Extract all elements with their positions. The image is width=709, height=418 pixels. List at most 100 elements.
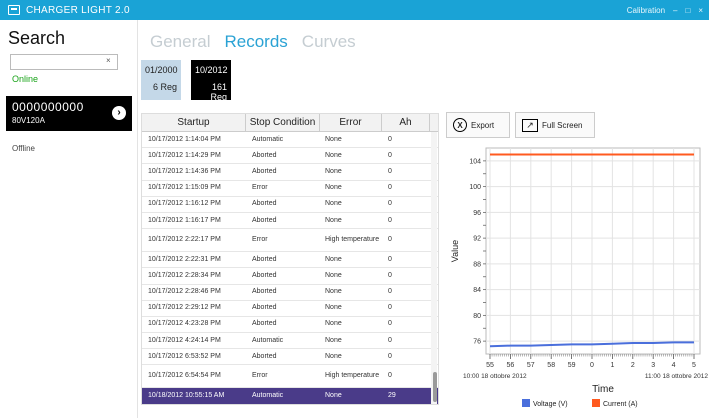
cell-ah: 0: [388, 236, 392, 244]
tab-general[interactable]: General: [150, 32, 210, 52]
y-tick-label: 92: [473, 236, 481, 243]
y-tick-label: 100: [469, 184, 481, 191]
cell-stop-condition: Aborted: [252, 216, 277, 224]
window-controls: Calibration – □ ×: [627, 0, 703, 20]
tab-records[interactable]: Records: [224, 32, 287, 52]
cell-error: None: [325, 255, 342, 263]
close-icon[interactable]: ×: [698, 6, 703, 15]
table-row[interactable]: 10/17/2012 2:29:12 PM Aborted None 0: [142, 301, 438, 317]
excel-icon: X: [453, 118, 467, 132]
table-row[interactable]: 10/18/2012 10:55:15 AM Automatic None 29: [142, 388, 438, 404]
table-row[interactable]: 10/17/2012 4:24:14 PM Automatic None 0: [142, 333, 438, 350]
search-title: Search: [8, 28, 66, 48]
cell-error: None: [325, 320, 342, 328]
table-row[interactable]: 10/17/2012 1:16:12 PM Aborted None 0: [142, 197, 438, 213]
cell-ah: 0: [388, 200, 392, 208]
cell-stop-condition: Aborted: [252, 352, 277, 360]
cell-ah: 0: [388, 151, 392, 159]
table-body: 10/17/2012 1:14:04 PM Automatic None 0 10/17…: [142, 132, 438, 404]
cell-ah: 0: [388, 167, 392, 175]
register-tile-2012[interactable]: 10/2012 161 Reg: [191, 60, 231, 102]
cell-stop-condition: Aborted: [252, 320, 277, 328]
cell-error: None: [325, 352, 342, 360]
x-tick-label: 56: [507, 362, 515, 369]
y-tick-label: 104: [469, 158, 481, 165]
table-row[interactable]: 10/17/2012 6:53:52 PM Aborted None 0: [142, 349, 438, 366]
register-count: 6 Reg: [152, 82, 177, 92]
y-tick-label: 84: [473, 287, 481, 294]
cell-startup: 10/17/2012 6:53:52 PM: [148, 352, 221, 360]
cell-error: High temperature: [325, 372, 380, 380]
table-row[interactable]: 10/17/2012 2:28:34 PM Aborted None 0: [142, 268, 438, 285]
table-row[interactable]: 10/17/2012 1:14:04 PM Automatic None 0: [142, 132, 438, 149]
cell-startup: 10/17/2012 4:24:14 PM: [148, 336, 221, 344]
clear-search-icon[interactable]: ×: [106, 56, 111, 65]
device-card[interactable]: 0000000000 80V120A ›: [6, 96, 132, 131]
tab-curves[interactable]: Curves: [302, 32, 356, 52]
cell-stop-condition: Automatic: [252, 135, 284, 143]
column-header-startup[interactable]: Startup: [142, 114, 246, 131]
x-tick-label: 1: [610, 362, 614, 369]
cell-ah: 0: [388, 288, 392, 296]
table-row[interactable]: 10/17/2012 2:22:17 PM Error High temperatu…: [142, 229, 438, 253]
sidebar: Search × Online 0000000000 80V120A › Off…: [0, 20, 138, 418]
minimize-icon[interactable]: –: [673, 6, 677, 15]
cell-stop-condition: Error: [252, 184, 268, 192]
table-row[interactable]: 10/17/2012 2:28:46 PM Aborted None 0: [142, 285, 438, 301]
table-row[interactable]: 10/17/2012 6:54:54 PM Error High temperatu…: [142, 365, 438, 389]
maximize-icon[interactable]: □: [685, 6, 690, 15]
cell-startup: 10/17/2012 1:15:09 PM: [148, 184, 221, 192]
cell-error: None: [325, 216, 342, 224]
cell-startup: 10/17/2012 6:54:54 PM: [148, 372, 221, 380]
cell-stop-condition: Aborted: [252, 151, 277, 159]
search-input[interactable]: [10, 54, 118, 70]
cell-startup: 10/17/2012 2:28:34 PM: [148, 271, 221, 279]
cell-stop-condition: Aborted: [252, 271, 277, 279]
y-axis-label: Value: [450, 240, 460, 262]
cell-ah: 0: [388, 135, 392, 143]
table-row[interactable]: 10/17/2012 2:22:31 PM Aborted None 0: [142, 252, 438, 269]
main-tabs: General Records Curves: [150, 32, 356, 52]
column-header-stop-condition[interactable]: Stop Condition: [246, 114, 320, 131]
cell-ah: 0: [388, 372, 392, 380]
legend-swatch: [522, 399, 530, 407]
cell-stop-condition: Automatic: [252, 336, 284, 344]
column-header-ah[interactable]: Ah: [382, 114, 430, 131]
table-row[interactable]: 10/17/2012 1:15:09 PM Error None 0: [142, 181, 438, 197]
column-header-error[interactable]: Error: [320, 114, 382, 131]
table-row[interactable]: 10/17/2012 1:14:29 PM Aborted None 0: [142, 148, 438, 165]
register-date: 10/2012: [195, 65, 228, 75]
cell-error: None: [325, 151, 342, 159]
register-tile-2000[interactable]: 01/2000 6 Reg: [141, 60, 181, 100]
cell-startup: 10/17/2012 2:28:46 PM: [148, 288, 221, 296]
cell-error: None: [325, 167, 342, 175]
cell-ah: 0: [388, 320, 392, 328]
x-tick-label: 57: [527, 362, 535, 369]
y-tick-label: 80: [473, 313, 481, 320]
legend-label: Voltage (V): [533, 401, 568, 408]
cell-error: None: [325, 392, 342, 400]
register-count: 161 Reg: [210, 82, 227, 102]
cell-ah: 0: [388, 271, 392, 279]
chevron-right-icon[interactable]: ›: [112, 106, 126, 120]
y-tick-label: 88: [473, 261, 481, 268]
window-title: CHARGER LIGHT 2.0: [26, 4, 130, 16]
cell-ah: 0: [388, 184, 392, 192]
full-screen-button[interactable]: ↗ Full Screen: [515, 112, 595, 138]
export-button[interactable]: X Export: [446, 112, 510, 138]
calibration-link[interactable]: Calibration: [627, 6, 665, 15]
y-tick-label: 76: [473, 339, 481, 346]
table-scrollbar[interactable]: [431, 132, 437, 404]
table-row[interactable]: 10/17/2012 1:16:17 PM Aborted None 0: [142, 213, 438, 230]
cell-startup: 10/17/2012 2:22:17 PM: [148, 236, 221, 244]
cell-ah: 0: [388, 216, 392, 224]
table-header: Startup Stop Condition Error Ah: [142, 114, 438, 132]
cell-stop-condition: Error: [252, 236, 268, 244]
app-icon: [8, 5, 20, 15]
x-tick-label: 5: [692, 362, 696, 369]
export-label: Export: [471, 120, 495, 130]
cell-startup: 10/17/2012 1:14:29 PM: [148, 151, 221, 159]
table-row[interactable]: 10/17/2012 1:14:36 PM Aborted None 0: [142, 164, 438, 181]
table-row[interactable]: 10/17/2012 4:23:28 PM Aborted None 0: [142, 317, 438, 334]
table-scroll-thumb[interactable]: [433, 372, 437, 402]
